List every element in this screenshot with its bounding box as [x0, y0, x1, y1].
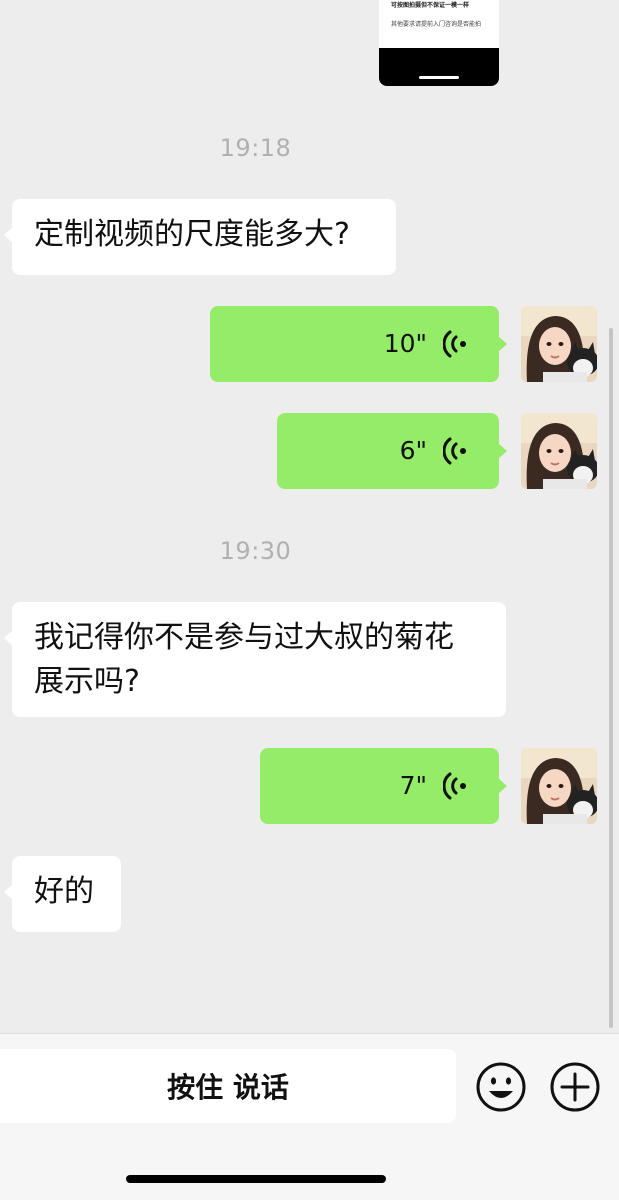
sent-voice-message[interactable]: 10" — [210, 306, 507, 382]
thumbnail-home-bar — [419, 76, 459, 79]
hold-to-talk-button[interactable]: 按住 说话 — [0, 1049, 456, 1123]
avatar-photo-icon — [521, 748, 597, 824]
home-indicator — [126, 1175, 386, 1183]
timestamp: 19:30 — [219, 537, 292, 565]
thumbnail-text-line1: 可按图拍摄但不保证一模一样 — [391, 2, 470, 9]
voice-wave-icon — [443, 437, 466, 465]
avatar-photo-icon — [521, 306, 597, 382]
thumbnail-paper: 可按图拍摄但不保证一模一样 其他要求请提前入门咨询是否能拍 — [379, 0, 499, 48]
received-text-message[interactable]: 好的 — [4, 856, 121, 932]
avatar[interactable] — [521, 748, 597, 824]
message-text-line2: 展示吗? — [34, 664, 140, 699]
voice-duration: 6" — [399, 436, 427, 465]
voice-duration: 7" — [399, 771, 427, 800]
chat-screen: 可按图拍摄但不保证一模一样 其他要求请提前入门咨询是否能拍 19:18 定制视频… — [0, 0, 619, 1200]
emoji-icon[interactable] — [475, 1061, 527, 1113]
avatar[interactable] — [521, 413, 597, 489]
message-text: 定制视频的尺度能多大? — [34, 217, 350, 252]
message-text-line1: 我记得你不是参与过大叔的菊花 — [34, 620, 454, 655]
thumbnail-text-line2: 其他要求请提前入门咨询是否能拍 — [391, 21, 482, 28]
voice-wave-icon — [443, 772, 466, 800]
received-text-message[interactable]: 定制视频的尺度能多大? — [4, 199, 396, 275]
avatar[interactable] — [521, 306, 597, 382]
timestamp: 19:18 — [219, 134, 292, 162]
image-message-thumbnail[interactable]: 可按图拍摄但不保证一模一样 其他要求请提前入门咨询是否能拍 — [379, 0, 499, 86]
plus-icon[interactable] — [549, 1061, 601, 1113]
voice-wave-icon — [443, 330, 466, 358]
scrollbar[interactable] — [609, 328, 613, 1028]
received-text-message[interactable]: 我记得你不是参与过大叔的菊花 展示吗? — [4, 602, 506, 717]
input-bar: 按住 说话 — [0, 1033, 619, 1200]
voice-duration: 10" — [383, 329, 427, 358]
message-text: 好的 — [34, 874, 94, 909]
sent-voice-message[interactable]: 7" — [260, 748, 507, 824]
sent-voice-message[interactable]: 6" — [277, 413, 507, 489]
hold-to-talk-label: 按住 说话 — [167, 1071, 289, 1104]
avatar-photo-icon — [521, 413, 597, 489]
